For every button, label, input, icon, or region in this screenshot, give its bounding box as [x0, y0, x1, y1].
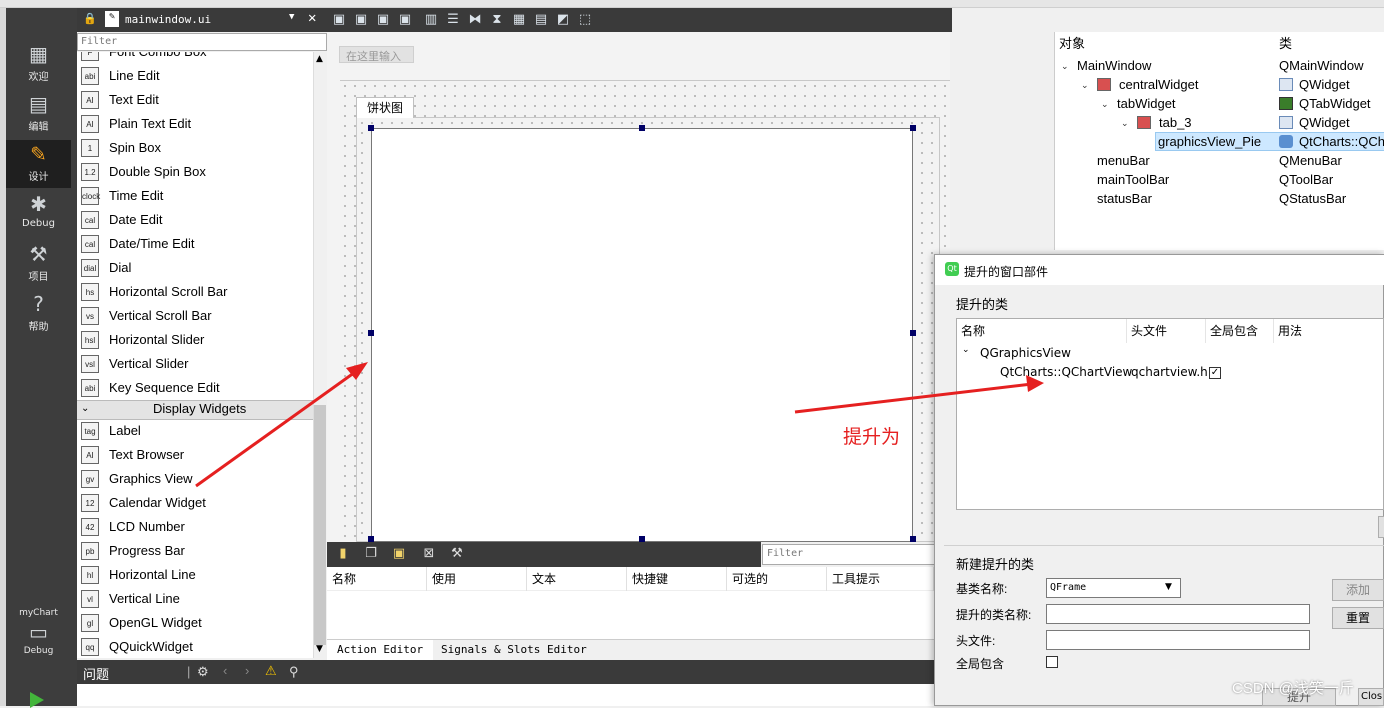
- arrow-head: [1026, 375, 1044, 392]
- arrow-to-graphics-view: [195, 368, 359, 488]
- annotation-label: 提升为: [843, 427, 901, 448]
- arrow-to-promoted-class: [794, 382, 1033, 414]
- watermark: CSDN @浅笑一斤: [1232, 680, 1354, 697]
- annotation-arrows: [195, 362, 1044, 488]
